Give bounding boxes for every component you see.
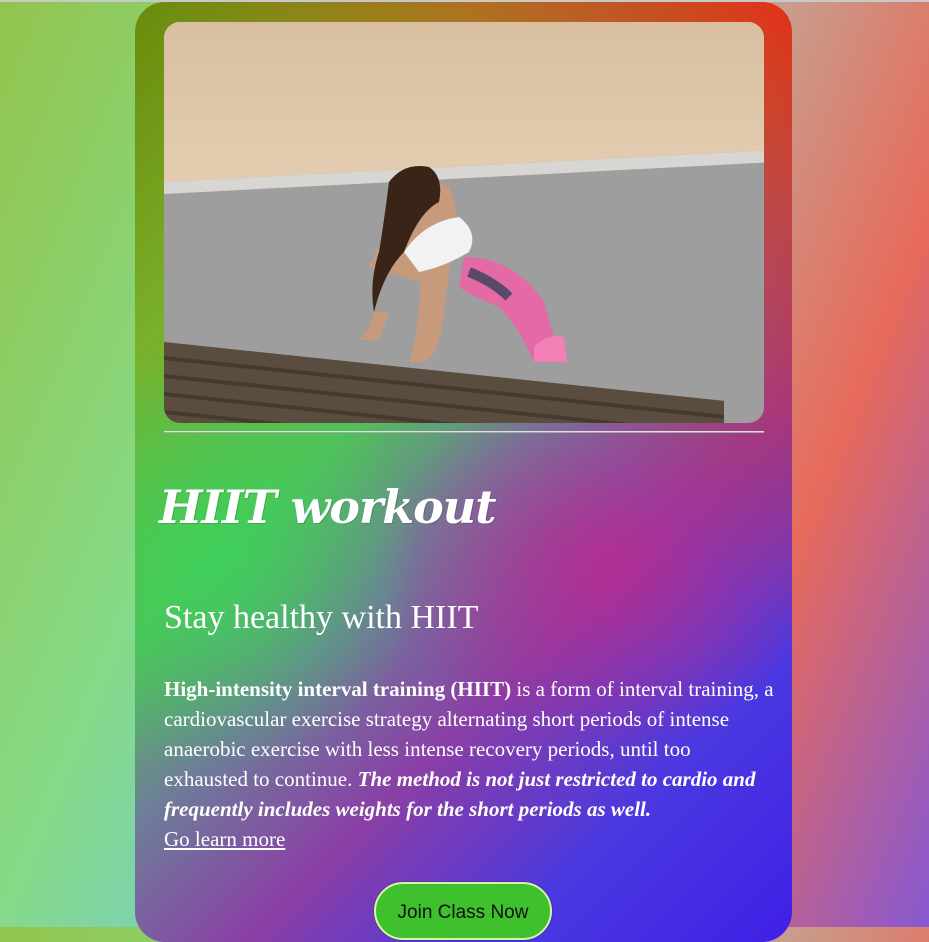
learn-more-link[interactable]: Go learn more xyxy=(164,824,285,854)
description-paragraph: High-intensity interval training (HIIT) … xyxy=(164,674,774,854)
card-title: HIIT workout xyxy=(159,480,497,534)
join-class-button[interactable]: Join Class Now xyxy=(374,882,552,940)
intro-bold-text: High-intensity interval training (HIIT) xyxy=(164,677,512,701)
workout-card: HIIT workout Stay healthy with HIIT High… xyxy=(135,2,792,942)
woman-pushup-figure xyxy=(359,166,567,362)
card-subtitle: Stay healthy with HIIT xyxy=(164,599,479,636)
divider xyxy=(164,431,764,433)
hero-image xyxy=(164,22,764,423)
